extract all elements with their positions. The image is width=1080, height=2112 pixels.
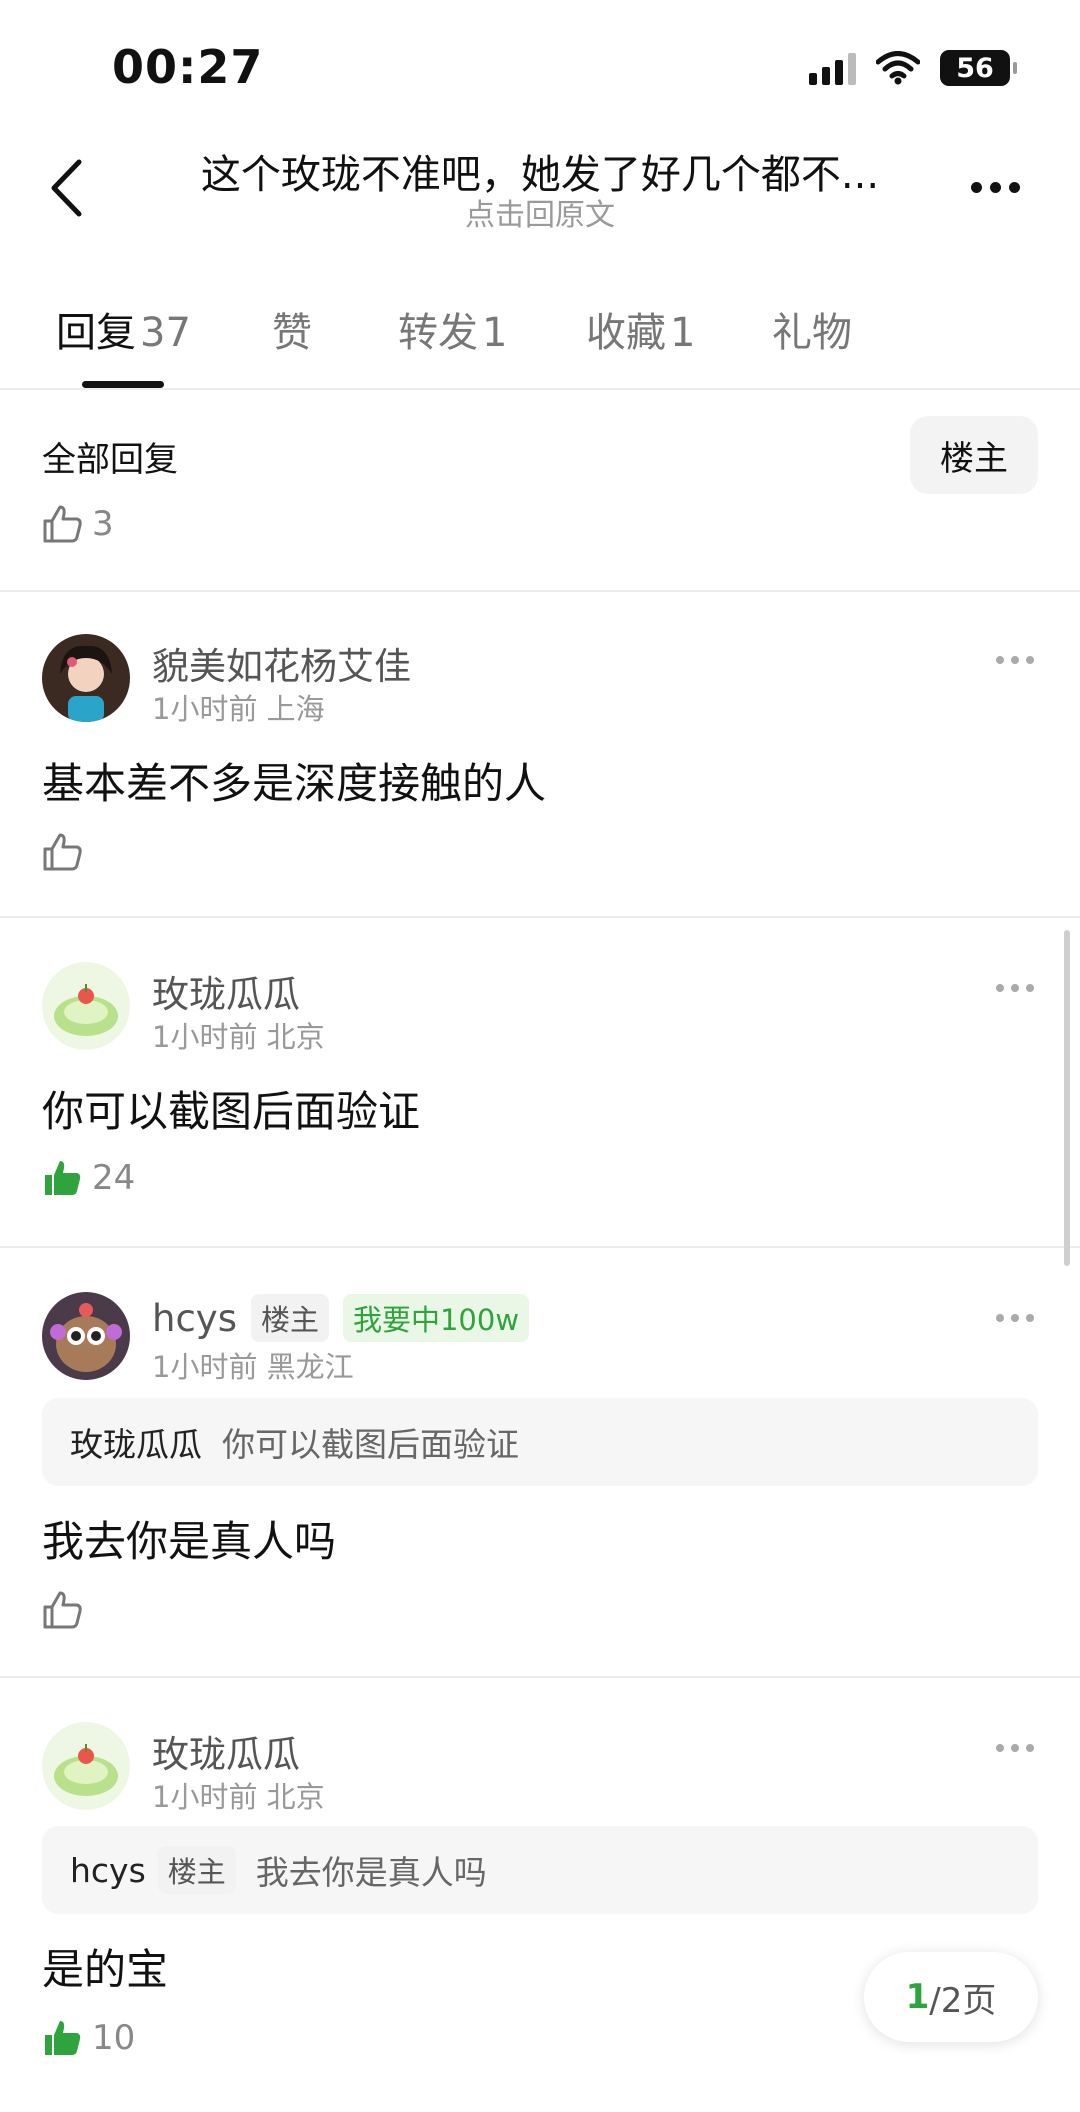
avatar[interactable] [42, 634, 130, 722]
quote-text: 你可以截图后面验证 [222, 1425, 519, 1464]
like-button[interactable] [42, 832, 84, 872]
thumb-up-icon [43, 505, 82, 543]
user-title-badge: 我要中100w [342, 1294, 530, 1342]
comment-meta: 1小时前 北京 [152, 1780, 325, 1814]
comment-text: 基本差不多是深度接触的人 [42, 759, 547, 808]
total-pages: /2页 [929, 1980, 997, 2021]
tab-reposts[interactable]: 转发 1 [398, 300, 507, 358]
back-to-original-link[interactable]: 点击回原文 [130, 190, 950, 234]
page-indicator-button[interactable]: 1/2页 [864, 1952, 1038, 2042]
like-button[interactable]: 24 [42, 1158, 135, 1198]
comment-item: hcys 楼主 我要中100w 1小时前 黑龙江 玫珑瓜瓜 你可以截图后面验证 … [0, 1250, 1080, 1678]
more-dots-icon[interactable] [996, 984, 1034, 992]
comment-text: 我去你是真人吗 [42, 1517, 337, 1566]
tab-favorites[interactable]: 收藏 1 [586, 300, 695, 358]
status-bar: 00:27 56 [0, 0, 1080, 140]
tab-indicator [82, 381, 164, 388]
back-arrow-icon [51, 159, 82, 217]
comment-meta: 1小时前 黑龙江 [152, 1350, 354, 1384]
thumb-up-filled-icon [45, 1161, 81, 1195]
op-badge: 楼主 [250, 1294, 329, 1342]
current-page: 1 [905, 1977, 930, 2017]
comment-meta: 1小时前 上海 [152, 692, 325, 726]
avatar[interactable] [42, 1722, 130, 1810]
quote-author: 玫珑瓜瓜 [70, 1425, 202, 1464]
more-dots-icon[interactable] [996, 656, 1034, 664]
comment-meta: 1小时前 北京 [152, 1020, 325, 1054]
battery-level: 56 [956, 52, 994, 84]
like-count: 24 [92, 1158, 136, 1198]
comment-item: 貌美如花杨艾佳 1小时前 上海 基本差不多是深度接触的人 [0, 592, 1080, 918]
comment-item: 玫珑瓜瓜 1小时前 北京 你可以截图后面验证 24 [0, 920, 1080, 1248]
comment-author[interactable]: 貌美如花杨艾佳 [152, 636, 411, 690]
status-time: 00:27 [112, 40, 264, 94]
quoted-reply[interactable]: hcys 楼主 我去你是真人吗 [42, 1826, 1038, 1914]
tab-likes[interactable]: 赞 [272, 300, 312, 358]
comment-text: 是的宝 [42, 1945, 169, 1994]
comment-author[interactable]: hcys 楼主 我要中100w [152, 1294, 530, 1342]
comment-item: 玫珑瓜瓜 1小时前 北京 hcys 楼主 我去你是真人吗 是的宝 10 [0, 1680, 1080, 2112]
back-button[interactable] [38, 148, 94, 228]
comment-author[interactable]: 玫珑瓜瓜 [152, 964, 300, 1018]
op-badge: 楼主 [157, 1846, 236, 1894]
avatar[interactable] [42, 1292, 130, 1380]
tab-replies[interactable]: 回复 37 [56, 300, 191, 358]
avatar[interactable] [42, 962, 130, 1050]
tab-bar: 回复 37 赞 转发 1 收藏 1 礼物 [0, 290, 1080, 390]
owner-filter-button[interactable]: 楼主 [910, 416, 1038, 494]
comment-author[interactable]: 玫珑瓜瓜 [152, 1724, 300, 1778]
thumb-up-icon [43, 833, 82, 871]
more-dots-icon[interactable] [996, 1314, 1034, 1322]
tab-gifts[interactable]: 礼物 [772, 300, 852, 358]
op-like-button[interactable]: 3 [42, 504, 114, 544]
like-button[interactable] [42, 1590, 84, 1630]
all-replies-label: 全部回复 [42, 440, 178, 480]
like-button[interactable]: 10 [42, 2018, 135, 2058]
quoted-reply[interactable]: 玫珑瓜瓜 你可以截图后面验证 [42, 1398, 1038, 1486]
like-count: 10 [92, 2018, 136, 2058]
status-icons: 56 [809, 50, 1017, 86]
more-dots-icon[interactable] [996, 1744, 1034, 1752]
wifi-icon [876, 51, 920, 85]
nav-bar: 这个玫珑不准吧，她发了好几个都不... 点击回原文 [0, 140, 1080, 250]
thumb-up-filled-icon [45, 2021, 81, 2055]
battery-icon: 56 [940, 50, 1017, 86]
comment-text: 你可以截图后面验证 [42, 1087, 421, 1136]
thumb-up-icon [43, 1591, 82, 1629]
scrollbar[interactable] [1064, 930, 1070, 1266]
quote-author: hcys [70, 1850, 146, 1890]
replies-header: 全部回复 楼主 3 [0, 412, 1080, 592]
more-dots-icon[interactable] [960, 162, 1030, 212]
quote-text: 我去你是真人吗 [255, 1853, 487, 1892]
signal-icon [809, 51, 856, 85]
op-like-count: 3 [92, 504, 114, 544]
